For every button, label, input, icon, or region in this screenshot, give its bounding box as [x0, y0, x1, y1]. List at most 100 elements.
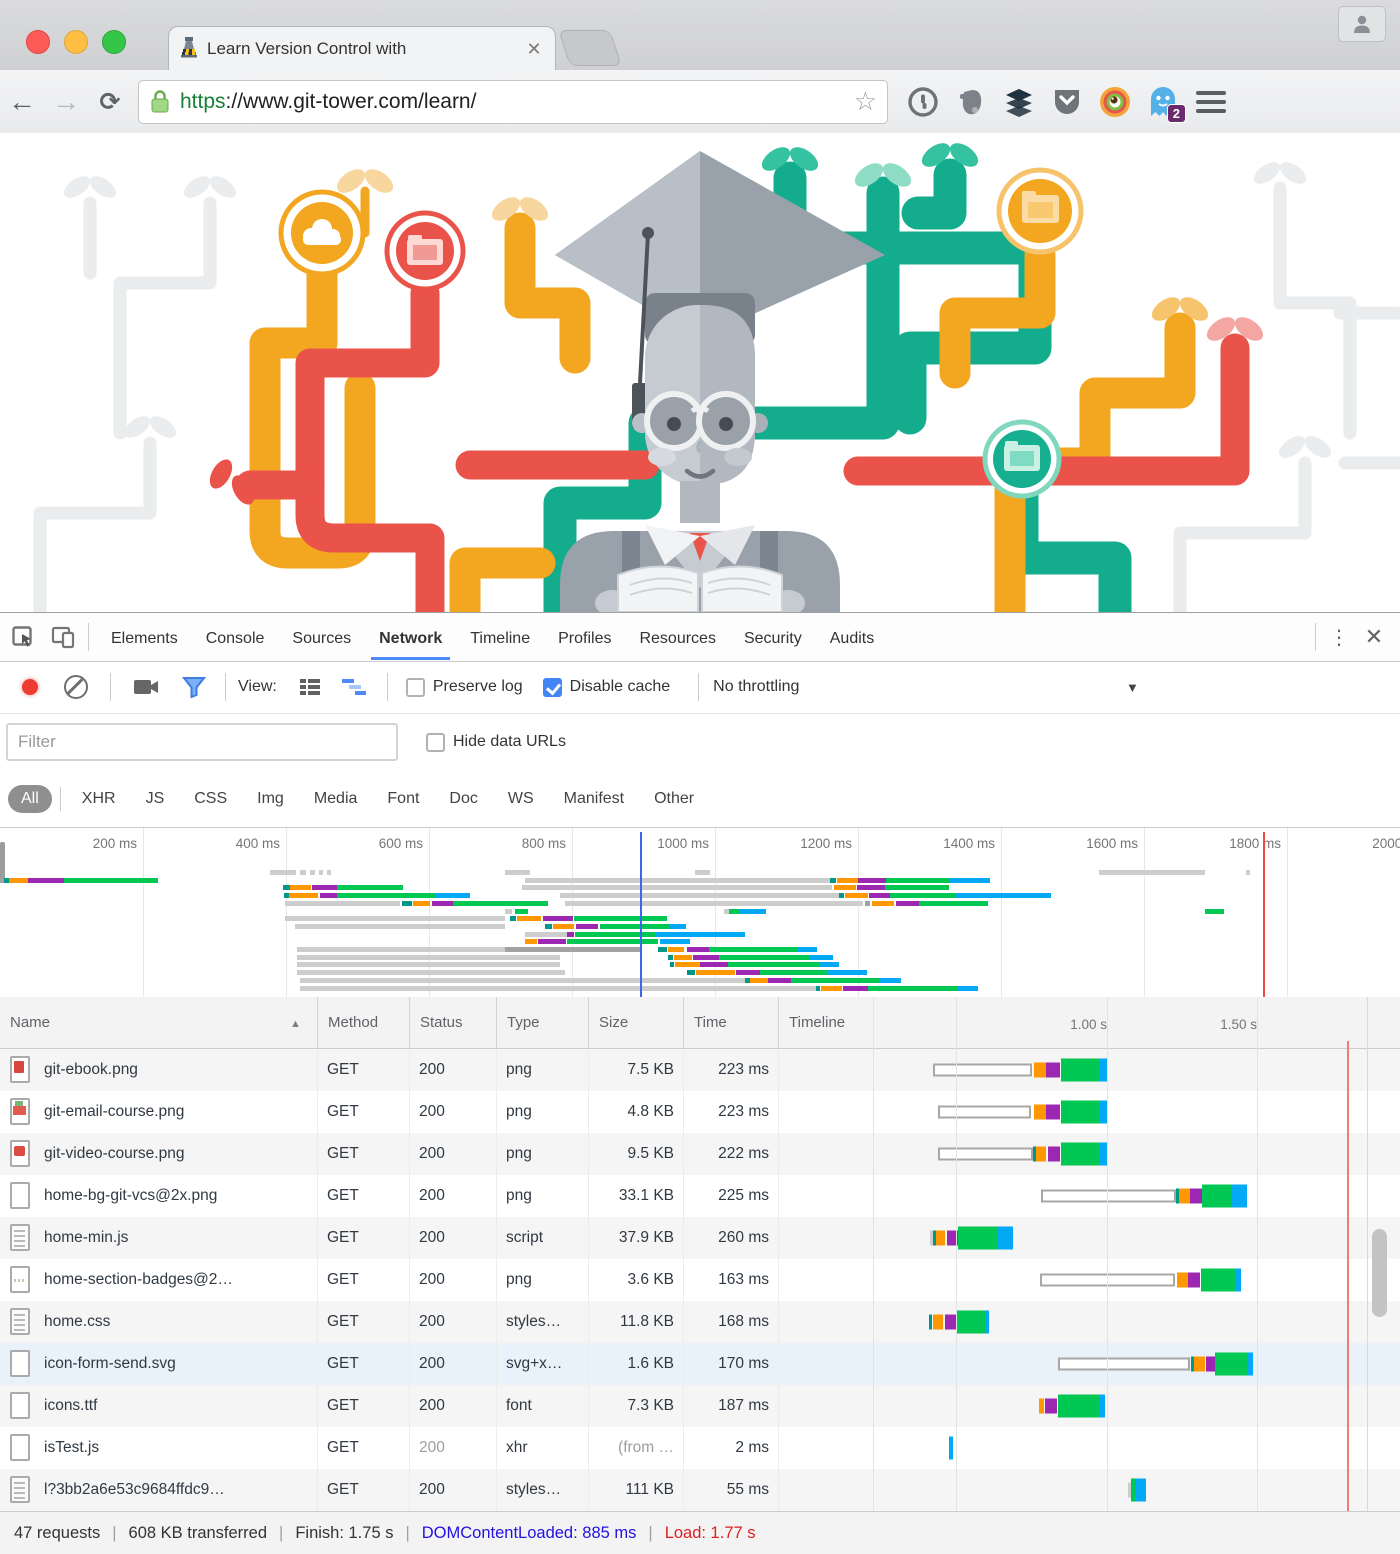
- table-row[interactable]: git-ebook.png GET 200 png 7.5 KB 223 ms: [0, 1049, 1400, 1091]
- page-content: [0, 133, 1400, 612]
- table-row[interactable]: home-bg-git-vcs@2x.png GET 200 png 33.1 …: [0, 1175, 1400, 1217]
- file-icon: [10, 1308, 30, 1335]
- devtools-menu-icon[interactable]: ⋮: [1324, 625, 1354, 650]
- filter-row: Hide data URLs: [0, 713, 1400, 771]
- overview-tick-label: 800 ms: [476, 836, 566, 851]
- table-row[interactable]: isTest.js GET 200 xhr (from … 2 ms: [0, 1427, 1400, 1469]
- address-bar[interactable]: https://www.git-tower.com/learn/ ☆: [138, 80, 888, 124]
- type-filter-css[interactable]: CSS: [181, 785, 240, 813]
- type-filter-ws[interactable]: WS: [495, 785, 547, 813]
- waterfall-view-icon[interactable]: [337, 672, 371, 702]
- checkbox-unchecked-icon: [406, 678, 425, 697]
- browser-tab[interactable]: Learn Version Control with ✕: [168, 26, 556, 71]
- table-row[interactable]: icons.ttf GET 200 font 7.3 KB 187 ms: [0, 1385, 1400, 1427]
- table-row[interactable]: l?3bb2a6e53c9684ffdc9… GET 200 styles… 1…: [0, 1469, 1400, 1511]
- tab-audits[interactable]: Audits: [816, 615, 888, 660]
- network-toolbar: View: Preserve log Disable cache No thro…: [0, 661, 1400, 714]
- request-method: GET: [317, 1259, 409, 1301]
- type-filter-doc[interactable]: Doc: [436, 785, 490, 813]
- new-tab-button[interactable]: [558, 30, 622, 66]
- tab-console[interactable]: Console: [192, 615, 279, 660]
- browser-window: Learn Version Control with ✕ ← → ⟳ https…: [0, 0, 1400, 1554]
- request-status: 200: [409, 1301, 496, 1343]
- menu-button[interactable]: [1196, 91, 1226, 113]
- chevron-down-icon[interactable]: ▼: [1126, 680, 1139, 695]
- request-method: GET: [317, 1343, 409, 1385]
- clear-button[interactable]: [64, 675, 88, 699]
- back-button[interactable]: ←: [0, 86, 44, 118]
- tab-elements[interactable]: Elements: [97, 615, 192, 660]
- tab-timeline[interactable]: Timeline: [456, 615, 544, 660]
- request-size: 11.8 KB: [588, 1301, 683, 1343]
- tab-resources[interactable]: Resources: [625, 615, 729, 660]
- tab-security[interactable]: Security: [730, 615, 816, 660]
- profile-button[interactable]: [1338, 6, 1386, 42]
- table-row[interactable]: git-video-course.png GET 200 png 9.5 KB …: [0, 1133, 1400, 1175]
- table-row[interactable]: git-email-course.png GET 200 png 4.8 KB …: [0, 1091, 1400, 1133]
- request-type: png: [496, 1175, 588, 1217]
- devtools-close-icon[interactable]: ✕: [1354, 624, 1394, 650]
- request-time: 260 ms: [683, 1217, 778, 1259]
- request-size: 33.1 KB: [588, 1175, 683, 1217]
- disable-cache-checkbox[interactable]: Disable cache: [543, 678, 671, 697]
- minimize-window-button[interactable]: [64, 30, 88, 54]
- list-view-icon[interactable]: [293, 672, 327, 702]
- evernote-extension-icon[interactable]: [954, 85, 988, 119]
- request-type: styles…: [496, 1469, 588, 1511]
- tab-sources[interactable]: Sources: [278, 615, 365, 660]
- table-row[interactable]: home-min.js GET 200 script 37.9 KB 260 m…: [0, 1217, 1400, 1259]
- buffer-extension-icon[interactable]: [1002, 85, 1036, 119]
- hide-data-urls-checkbox[interactable]: Hide data URLs: [426, 733, 566, 752]
- type-filter-font[interactable]: Font: [374, 785, 432, 813]
- tab-profiles[interactable]: Profiles: [544, 615, 625, 660]
- request-status: 200: [409, 1049, 496, 1091]
- type-filter-img[interactable]: Img: [244, 785, 297, 813]
- type-filter-xhr[interactable]: XHR: [69, 785, 129, 813]
- column-header-size[interactable]: Size: [588, 997, 683, 1049]
- table-row[interactable]: home-section-badges@2… GET 200 png 3.6 K…: [0, 1259, 1400, 1301]
- column-header-method[interactable]: Method: [317, 997, 409, 1049]
- device-toolbar-icon[interactable]: [46, 622, 80, 652]
- type-filter-bar: All XHRJSCSSImgMediaFontDocWSManifestOthe…: [0, 771, 1400, 827]
- hero-illustration: [0, 133, 1400, 612]
- request-size: 3.6 KB: [588, 1259, 683, 1301]
- request-type: png: [496, 1049, 588, 1091]
- request-size: 7.5 KB: [588, 1049, 683, 1091]
- type-filter-manifest[interactable]: Manifest: [551, 785, 637, 813]
- type-filter-other[interactable]: Other: [641, 785, 707, 813]
- tab-network[interactable]: Network: [365, 615, 456, 660]
- zoom-window-button[interactable]: [102, 30, 126, 54]
- filter-input[interactable]: [6, 723, 398, 761]
- request-name: home.css: [44, 1313, 110, 1330]
- request-waterfall: [778, 1469, 1400, 1511]
- overview-tick-label: 1200 ms: [762, 836, 852, 851]
- column-header-status[interactable]: Status: [409, 997, 496, 1049]
- table-row[interactable]: home.css GET 200 styles… 11.8 KB 168 ms: [0, 1301, 1400, 1343]
- inspect-element-icon[interactable]: [6, 622, 40, 652]
- filmstrip-icon[interactable]: [129, 672, 163, 702]
- throttling-select[interactable]: No throttling: [713, 678, 799, 696]
- close-window-button[interactable]: [26, 30, 50, 54]
- bookmark-star-icon[interactable]: ☆: [854, 86, 877, 117]
- table-row[interactable]: icon-form-send.svg GET 200 svg+x… 1.6 KB…: [0, 1343, 1400, 1385]
- vertical-scrollbar[interactable]: [1372, 1229, 1387, 1317]
- column-header-time[interactable]: Time: [683, 997, 778, 1049]
- ghostery-extension-icon[interactable]: 2: [1146, 85, 1180, 119]
- request-name: icon-form-send.svg: [44, 1355, 176, 1372]
- column-header-name[interactable]: Name▲: [0, 997, 317, 1049]
- type-filter-js[interactable]: JS: [133, 785, 178, 813]
- overview-pane[interactable]: 200 ms400 ms600 ms800 ms1000 ms1200 ms14…: [0, 827, 1400, 999]
- column-header-type[interactable]: Type: [496, 997, 588, 1049]
- type-filter-all[interactable]: All: [8, 785, 52, 813]
- onepassword-extension-icon[interactable]: [906, 85, 940, 119]
- record-button[interactable]: [22, 679, 38, 695]
- type-filter-media[interactable]: Media: [301, 785, 371, 813]
- preserve-log-checkbox[interactable]: Preserve log: [406, 678, 523, 697]
- tab-close-icon[interactable]: ✕: [523, 38, 545, 60]
- forward-button[interactable]: →: [44, 86, 88, 118]
- color-eye-extension-icon[interactable]: [1098, 85, 1132, 119]
- filter-icon[interactable]: [177, 672, 211, 702]
- pocket-extension-icon[interactable]: [1050, 85, 1084, 119]
- request-time: 187 ms: [683, 1385, 778, 1427]
- reload-button[interactable]: ⟳: [88, 87, 132, 117]
